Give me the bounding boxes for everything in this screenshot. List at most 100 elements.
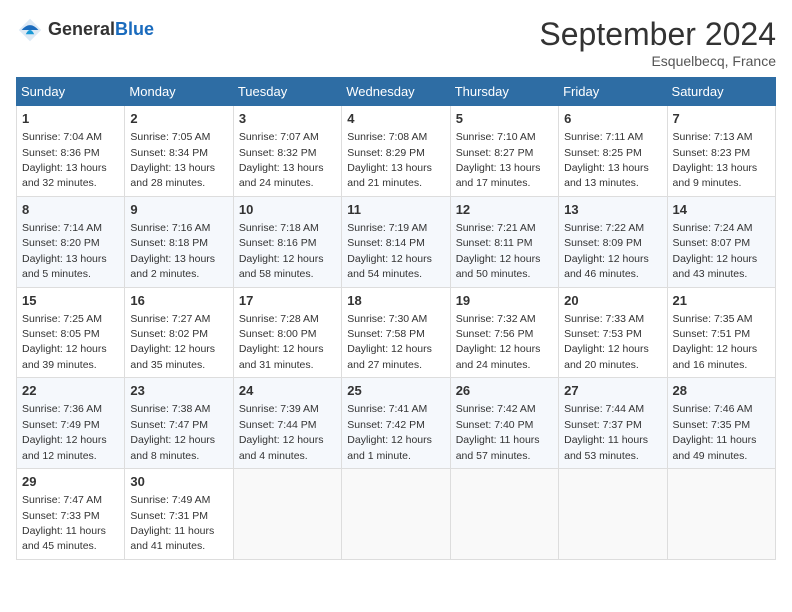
day-number: 2 [130, 110, 227, 128]
logo-text: GeneralBlue [48, 20, 154, 40]
day-cell-13: 13Sunrise: 7:22 AMSunset: 8:09 PMDayligh… [559, 196, 667, 287]
logo-icon [16, 16, 44, 44]
day-number: 28 [673, 382, 770, 400]
week-row-5: 29 Sunrise: 7:47 AMSunset: 7:33 PMDayligh… [17, 469, 776, 560]
day-cell-12: 12 Sunrise: 7:21 AMSunset: 8:11 PMDayligh… [450, 196, 558, 287]
logo-blue: Blue [115, 19, 154, 39]
day-cell-21: 21Sunrise: 7:35 AMSunset: 7:51 PMDayligh… [667, 287, 775, 378]
day-number: 6 [564, 110, 661, 128]
day-cell-14: 14Sunrise: 7:24 AMSunset: 8:07 PMDayligh… [667, 196, 775, 287]
col-header-monday: Monday [125, 78, 233, 106]
day-number: 20 [564, 292, 661, 310]
title-area: September 2024 Esquelbecq, France [539, 16, 776, 69]
day-number: 23 [130, 382, 227, 400]
calendar-header-row: SundayMondayTuesdayWednesdayThursdayFrid… [17, 78, 776, 106]
day-info: Sunrise: 7:47 AMSunset: 7:33 PMDaylight:… [22, 494, 106, 552]
day-info: Sunrise: 7:21 AMSunset: 8:11 PMDaylight:… [456, 222, 541, 280]
day-info: Sunrise: 7:38 AMSunset: 7:47 PMDaylight:… [130, 403, 215, 461]
week-row-2: 8 Sunrise: 7:14 AMSunset: 8:20 PMDaylight… [17, 196, 776, 287]
day-cell-17: 17Sunrise: 7:28 AMSunset: 8:00 PMDayligh… [233, 287, 341, 378]
col-header-friday: Friday [559, 78, 667, 106]
day-number: 12 [456, 201, 553, 219]
month-title: September 2024 [539, 16, 776, 53]
day-info: Sunrise: 7:33 AMSunset: 7:53 PMDaylight:… [564, 313, 649, 371]
day-info: Sunrise: 7:16 AMSunset: 8:18 PMDaylight:… [130, 222, 215, 280]
week-row-1: 1 Sunrise: 7:04 AMSunset: 8:36 PMDaylight… [17, 106, 776, 197]
day-info: Sunrise: 7:49 AMSunset: 7:31 PMDaylight:… [130, 494, 214, 552]
day-info: Sunrise: 7:42 AMSunset: 7:40 PMDaylight:… [456, 403, 540, 461]
day-cell-25: 25Sunrise: 7:41 AMSunset: 7:42 PMDayligh… [342, 378, 450, 469]
day-cell-6: 6 Sunrise: 7:11 AMSunset: 8:25 PMDaylight… [559, 106, 667, 197]
empty-cell [233, 469, 341, 560]
day-cell-9: 9Sunrise: 7:16 AMSunset: 8:18 PMDaylight… [125, 196, 233, 287]
logo-general: General [48, 19, 115, 39]
col-header-saturday: Saturday [667, 78, 775, 106]
day-number: 15 [22, 292, 119, 310]
day-info: Sunrise: 7:07 AMSunset: 8:32 PMDaylight:… [239, 131, 324, 189]
day-cell-29: 29 Sunrise: 7:47 AMSunset: 7:33 PMDayligh… [17, 469, 125, 560]
day-number: 14 [673, 201, 770, 219]
day-cell-18: 18 Sunrise: 7:30 AMSunset: 7:58 PMDayligh… [342, 287, 450, 378]
day-info: Sunrise: 7:32 AMSunset: 7:56 PMDaylight:… [456, 313, 541, 371]
day-number: 19 [456, 292, 553, 310]
day-number: 18 [347, 292, 444, 310]
day-cell-7: 7Sunrise: 7:13 AMSunset: 8:23 PMDaylight… [667, 106, 775, 197]
day-number: 16 [130, 292, 227, 310]
day-number: 10 [239, 201, 336, 219]
day-info: Sunrise: 7:14 AMSunset: 8:20 PMDaylight:… [22, 222, 107, 280]
empty-cell [559, 469, 667, 560]
day-info: Sunrise: 7:30 AMSunset: 7:58 PMDaylight:… [347, 313, 432, 371]
day-number: 30 [130, 473, 227, 491]
day-cell-15: 15Sunrise: 7:25 AMSunset: 8:05 PMDayligh… [17, 287, 125, 378]
day-info: Sunrise: 7:27 AMSunset: 8:02 PMDaylight:… [130, 313, 215, 371]
day-cell-4: 4 Sunrise: 7:08 AMSunset: 8:29 PMDaylight… [342, 106, 450, 197]
col-header-tuesday: Tuesday [233, 78, 341, 106]
empty-cell [667, 469, 775, 560]
day-number: 24 [239, 382, 336, 400]
day-number: 5 [456, 110, 553, 128]
day-number: 22 [22, 382, 119, 400]
day-number: 4 [347, 110, 444, 128]
empty-cell [450, 469, 558, 560]
calendar-table: SundayMondayTuesdayWednesdayThursdayFrid… [16, 77, 776, 560]
day-info: Sunrise: 7:04 AMSunset: 8:36 PMDaylight:… [22, 131, 107, 189]
day-number: 26 [456, 382, 553, 400]
day-info: Sunrise: 7:18 AMSunset: 8:16 PMDaylight:… [239, 222, 324, 280]
day-cell-10: 10 Sunrise: 7:18 AMSunset: 8:16 PMDayligh… [233, 196, 341, 287]
day-cell-20: 20 Sunrise: 7:33 AMSunset: 7:53 PMDayligh… [559, 287, 667, 378]
day-cell-30: 30 Sunrise: 7:49 AMSunset: 7:31 PMDayligh… [125, 469, 233, 560]
page-header: GeneralBlue September 2024 Esquelbecq, F… [16, 16, 776, 69]
day-cell-8: 8 Sunrise: 7:14 AMSunset: 8:20 PMDaylight… [17, 196, 125, 287]
day-info: Sunrise: 7:22 AMSunset: 8:09 PMDaylight:… [564, 222, 649, 280]
day-number: 8 [22, 201, 119, 219]
day-cell-22: 22 Sunrise: 7:36 AMSunset: 7:49 PMDayligh… [17, 378, 125, 469]
day-info: Sunrise: 7:13 AMSunset: 8:23 PMDaylight:… [673, 131, 758, 189]
day-cell-5: 5Sunrise: 7:10 AMSunset: 8:27 PMDaylight… [450, 106, 558, 197]
day-cell-3: 3 Sunrise: 7:07 AMSunset: 8:32 PMDaylight… [233, 106, 341, 197]
day-info: Sunrise: 7:11 AMSunset: 8:25 PMDaylight:… [564, 131, 649, 189]
week-row-3: 15Sunrise: 7:25 AMSunset: 8:05 PMDayligh… [17, 287, 776, 378]
day-cell-28: 28 Sunrise: 7:46 AMSunset: 7:35 PMDayligh… [667, 378, 775, 469]
day-cell-27: 27 Sunrise: 7:44 AMSunset: 7:37 PMDayligh… [559, 378, 667, 469]
day-number: 21 [673, 292, 770, 310]
day-number: 27 [564, 382, 661, 400]
day-cell-26: 26 Sunrise: 7:42 AMSunset: 7:40 PMDayligh… [450, 378, 558, 469]
logo: GeneralBlue [16, 16, 154, 44]
day-info: Sunrise: 7:41 AMSunset: 7:42 PMDaylight:… [347, 403, 432, 461]
location: Esquelbecq, France [539, 53, 776, 69]
day-number: 3 [239, 110, 336, 128]
day-info: Sunrise: 7:08 AMSunset: 8:29 PMDaylight:… [347, 131, 432, 189]
day-number: 29 [22, 473, 119, 491]
day-number: 17 [239, 292, 336, 310]
day-info: Sunrise: 7:46 AMSunset: 7:35 PMDaylight:… [673, 403, 757, 461]
day-info: Sunrise: 7:44 AMSunset: 7:37 PMDaylight:… [564, 403, 648, 461]
col-header-wednesday: Wednesday [342, 78, 450, 106]
day-number: 11 [347, 201, 444, 219]
col-header-thursday: Thursday [450, 78, 558, 106]
week-row-4: 22 Sunrise: 7:36 AMSunset: 7:49 PMDayligh… [17, 378, 776, 469]
day-cell-24: 24Sunrise: 7:39 AMSunset: 7:44 PMDayligh… [233, 378, 341, 469]
day-info: Sunrise: 7:36 AMSunset: 7:49 PMDaylight:… [22, 403, 107, 461]
day-number: 1 [22, 110, 119, 128]
day-cell-11: 11Sunrise: 7:19 AMSunset: 8:14 PMDayligh… [342, 196, 450, 287]
day-cell-23: 23 Sunrise: 7:38 AMSunset: 7:47 PMDayligh… [125, 378, 233, 469]
